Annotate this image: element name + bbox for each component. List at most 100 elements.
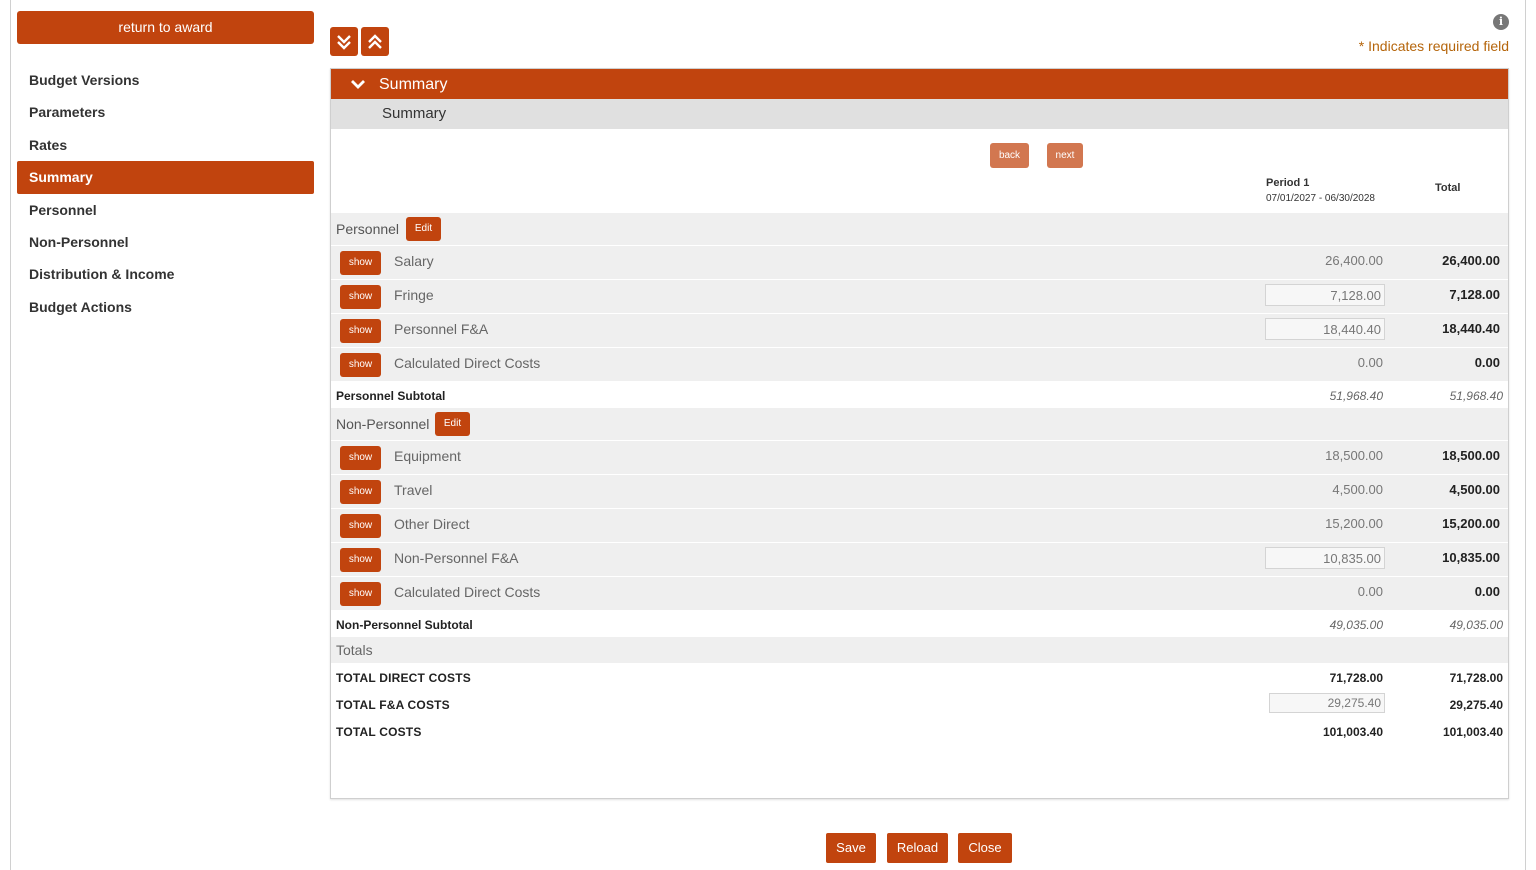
close-button[interactable]: Close [958,833,1012,863]
edit-non-personnel-button[interactable]: Edit [435,412,470,436]
total-fa-costs-row: TOTAL F&A COSTS 29,275.40 29,275.40 [331,690,1508,717]
sidebar-item-non-personnel[interactable]: Non-Personnel [17,226,314,258]
subtotal-period-value: 51,968.40 [1329,389,1383,403]
total-costs-row: TOTAL COSTS 101,003.40 101,003.40 [331,717,1508,744]
show-button[interactable]: show [340,446,381,470]
show-button[interactable]: show [340,251,381,275]
total-fa-costs-period-field[interactable]: 29,275.40 [1269,693,1385,713]
summary-panel-header[interactable]: Summary [331,69,1508,99]
total-value: 26,400.00 [1442,253,1500,268]
total-value: 18,440.40 [1442,321,1500,336]
period-value: 0.00 [1357,355,1383,370]
period-value: 15,200.00 [1325,516,1383,531]
required-field-note: * Indicates required field [1358,38,1509,54]
totals-section-header: Totals [331,637,1508,663]
show-button[interactable]: show [340,514,381,538]
line-label: Equipment [394,448,461,464]
non-personnel-section-header: Non-Personnel Edit [331,408,1508,440]
show-button[interactable]: show [340,285,381,309]
period-column-header: Period 1 [1266,177,1310,189]
sidebar-item-personnel[interactable]: Personnel [17,194,314,226]
total-direct-costs-total: 71,728.00 [1449,671,1503,685]
show-button[interactable]: show [340,319,381,343]
table-row: show Calculated Direct Costs 0.00 0.00 [331,576,1508,610]
total-value: 0.00 [1474,584,1500,599]
sidebar-item-parameters[interactable]: Parameters [17,96,314,128]
section-label: Non-Personnel [336,416,430,432]
collapse-all-button[interactable] [361,27,389,56]
total-direct-costs-row: TOTAL DIRECT COSTS 71,728.00 71,728.00 [331,663,1508,690]
panel-subtitle: Summary [331,99,1508,129]
total-value: 7,128.00 [1449,287,1500,302]
total-value: 4,500.00 [1449,482,1500,497]
table-row: show Salary 26,400.00 26,400.00 [331,245,1508,279]
sidebar-item-rates[interactable]: Rates [17,129,314,161]
show-button[interactable]: show [340,582,381,606]
period-value: 4,500.00 [1332,482,1383,497]
table-row: show Equipment 18,500.00 18,500.00 [331,440,1508,474]
double-chevron-up-icon [368,33,382,49]
subtotal-label: Personnel Subtotal [336,389,446,403]
personnel-subtotal-row: Personnel Subtotal 51,968.40 51,968.40 [331,381,1508,408]
line-label: Travel [394,482,433,498]
total-costs-period: 101,003.40 [1322,725,1383,739]
table-row: show Travel 4,500.00 4,500.00 [331,474,1508,508]
sidebar-item-budget-versions[interactable]: Budget Versions [17,64,314,96]
save-button[interactable]: Save [826,833,876,863]
period-value-field[interactable]: 7,128.00 [1265,284,1385,306]
total-direct-costs-period: 71,728.00 [1329,671,1383,685]
table-row: show Other Direct 15,200.00 15,200.00 [331,508,1508,542]
table-row: show Personnel F&A 18,440.40 18,440.40 [331,313,1508,347]
subtotal-period-value: 49,035.00 [1329,618,1383,632]
line-label: Calculated Direct Costs [394,355,541,371]
summary-table: Personnel Edit show Salary 26,400.00 26,… [331,213,1508,744]
sidebar-item-summary[interactable]: Summary [17,161,314,194]
period-value-field[interactable]: 18,440.40 [1265,318,1385,340]
period-date-range: 07/01/2027 - 06/30/2028 [1266,193,1375,204]
line-label: Fringe [394,287,434,303]
next-button[interactable]: next [1047,143,1083,168]
sidebar-nav: Budget Versions Parameters Rates Summary… [17,64,314,323]
summary-panel: Summary Summary back next Period 1 07/01… [330,68,1509,799]
sidebar-item-budget-actions[interactable]: Budget Actions [17,291,314,323]
info-icon[interactable]: i [1493,14,1509,30]
personnel-section-header: Personnel Edit [331,213,1508,245]
back-button[interactable]: back [990,143,1029,168]
subtotal-total-value: 51,968.40 [1449,389,1503,403]
total-value: 0.00 [1474,355,1500,370]
double-chevron-down-icon [337,34,351,50]
line-label: Other Direct [394,516,470,532]
edit-personnel-button[interactable]: Edit [406,217,441,241]
subtotal-label: Non-Personnel Subtotal [336,618,473,632]
section-label: Totals [336,642,373,658]
total-value: 15,200.00 [1442,516,1500,531]
line-label: Calculated Direct Costs [394,584,541,600]
total-costs-label: TOTAL COSTS [336,725,422,739]
show-button[interactable]: show [340,480,381,504]
period-value: 0.00 [1357,584,1383,599]
table-row: show Calculated Direct Costs 0.00 0.00 [331,347,1508,381]
show-button[interactable]: show [340,548,381,572]
table-row: show Fringe 7,128.00 7,128.00 [331,279,1508,313]
total-fa-costs-label: TOTAL F&A COSTS [336,698,450,712]
expand-all-button[interactable] [330,27,358,56]
non-personnel-subtotal-row: Non-Personnel Subtotal 49,035.00 49,035.… [331,610,1508,637]
period-value-field[interactable]: 10,835.00 [1265,547,1385,569]
table-row: show Non-Personnel F&A 10,835.00 10,835.… [331,542,1508,576]
line-label: Non-Personnel F&A [394,550,519,566]
subtotal-total-value: 49,035.00 [1449,618,1503,632]
total-direct-costs-label: TOTAL DIRECT COSTS [336,671,471,685]
sidebar-item-distribution-income[interactable]: Distribution & Income [17,258,314,290]
show-button[interactable]: show [340,353,381,377]
reload-button[interactable]: Reload [887,833,948,863]
chevron-down-icon [351,79,365,89]
section-label: Personnel [336,221,400,237]
total-value: 18,500.00 [1442,448,1500,463]
total-column-header: Total [1435,182,1461,194]
line-label: Personnel F&A [394,321,489,337]
panel-title: Summary [379,76,448,93]
total-value: 10,835.00 [1442,550,1500,565]
return-to-award-button[interactable]: return to award [17,11,314,44]
line-label: Salary [394,253,434,269]
total-costs-total: 101,003.40 [1442,725,1503,739]
